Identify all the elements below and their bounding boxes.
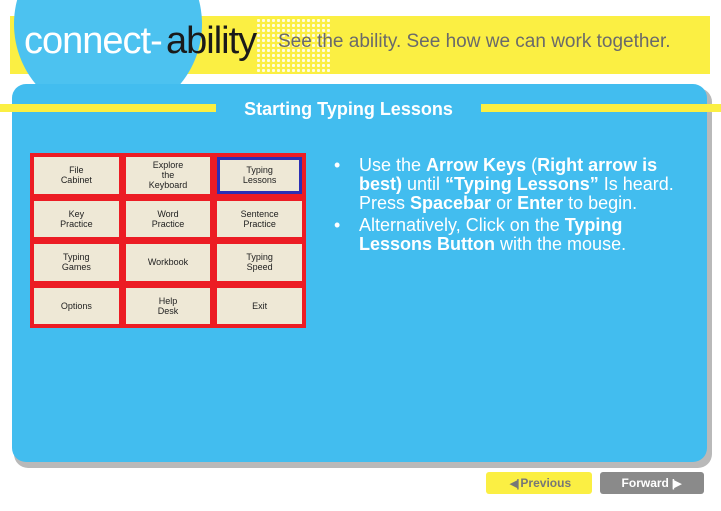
tagline: See the ability. See how we can work tog… — [278, 31, 671, 52]
instruction-text: ( — [526, 155, 538, 175]
instruction-text: with the mouse. — [495, 234, 627, 254]
instruction-text: Alternatively, Click on the — [359, 215, 565, 235]
instruction-strong: Spacebar — [410, 193, 492, 213]
forward-label: Forward — [621, 476, 669, 490]
instruction-list: • Use the Arrow Keys (Right arrow is bes… — [330, 156, 680, 257]
menu-button-workbook[interactable]: Workbook — [125, 244, 211, 281]
menu-button-options[interactable]: Options — [34, 287, 119, 324]
instruction-text: until — [402, 174, 446, 194]
menu-button-typing-speed[interactable]: Typing Speed — [217, 244, 302, 281]
menu-button-exit[interactable]: Exit — [217, 287, 302, 324]
typing-menu-grid: File Cabinet Explore the Keyboard Typing… — [30, 153, 306, 328]
menu-button-key-practice[interactable]: Key Practice — [34, 200, 119, 237]
instruction-strong: “Typing Lessons” — [445, 174, 599, 194]
menu-button-word-practice[interactable]: Word Practice — [125, 200, 211, 237]
slide-stage: connect- ability See the ability. See ho… — [0, 0, 721, 511]
brand-connect: connect- — [24, 20, 163, 62]
previous-label: Previous — [520, 476, 572, 490]
previous-icon: ◀| — [509, 477, 519, 490]
bullet: • — [334, 215, 341, 235]
instruction-item-arrow-keys: • Use the Arrow Keys (Right arrow is bes… — [330, 156, 680, 213]
forward-icon: |▶ — [671, 477, 681, 490]
instruction-strong: Arrow Keys — [426, 155, 527, 175]
menu-button-typing-lessons[interactable]: Typing Lessons — [217, 157, 302, 194]
previous-button[interactable]: ◀| Previous — [486, 472, 592, 494]
menu-button-file-cabinet[interactable]: File Cabinet — [34, 157, 119, 194]
instruction-text: to begin. — [563, 193, 638, 213]
instruction-text: or — [491, 193, 518, 213]
menu-button-typing-games[interactable]: Typing Games — [34, 244, 119, 281]
instruction-item-click: • Alternatively, Click on the Typing Les… — [330, 216, 680, 254]
bullet: • — [334, 155, 341, 175]
slide-title: Starting Typing Lessons — [244, 99, 453, 119]
brand-ability: ability — [166, 20, 257, 62]
forward-button[interactable]: Forward |▶ — [600, 472, 704, 494]
title-box: Starting Typing Lessons — [216, 93, 481, 124]
instruction-strong: Enter — [517, 193, 564, 213]
menu-button-help-desk[interactable]: Help Desk — [125, 287, 211, 324]
instruction-text: Use the — [359, 155, 427, 175]
menu-button-sentence-practice[interactable]: Sentence Practice — [217, 200, 302, 237]
menu-button-explore-keyboard[interactable]: Explore the Keyboard — [125, 157, 211, 194]
